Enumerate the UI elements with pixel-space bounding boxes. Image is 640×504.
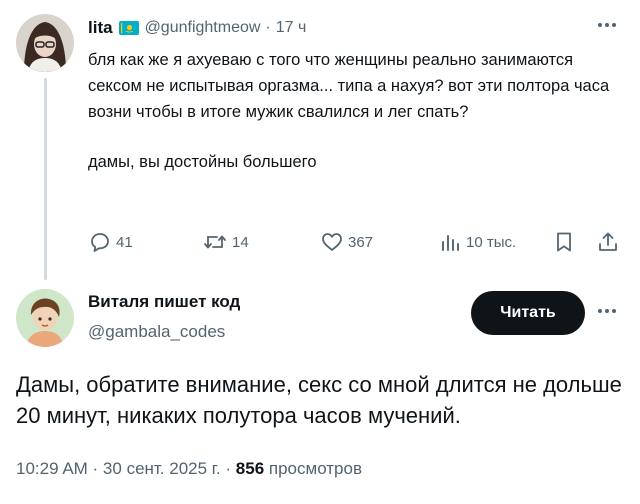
main-tweet-meta: 10:29 AM · 30 сент. 2025 г. · 856 просмо…: [16, 459, 362, 479]
parent-tweet-header: lita @gunfightmeow · 17 ч: [88, 16, 306, 40]
like-count: 367: [348, 233, 374, 251]
parent-tweet-paragraph: бля как же я ахуеваю с того что женщины …: [88, 51, 610, 121]
reply-count: 41: [116, 233, 133, 251]
parent-author-name[interactable]: lita: [88, 18, 113, 38]
read-button[interactable]: Читать: [471, 291, 585, 335]
main-author-avatar[interactable]: [16, 289, 74, 347]
repost-icon: [204, 235, 226, 249]
main-author-name[interactable]: Виталя пишет код: [88, 292, 240, 312]
parent-tweet-text: бля как же я ахуеваю с того что женщины …: [88, 47, 628, 175]
views-count: 10 тыс.: [466, 233, 517, 251]
reply-button[interactable]: 41: [88, 230, 133, 254]
views-icon: [442, 235, 459, 251]
parent-tweet-actions: 41 14 367 10 тыс.: [88, 230, 628, 258]
reply-icon: [91, 233, 109, 252]
repost-button[interactable]: 14: [202, 230, 249, 254]
parent-tweet-paragraph: дамы, вы достойны большего: [88, 153, 317, 171]
like-button[interactable]: 367: [320, 230, 373, 254]
main-more-icon[interactable]: [596, 300, 618, 327]
parent-tweet-time[interactable]: 17 ч: [276, 19, 307, 37]
main-tweet-timestamp[interactable]: 10:29 AM · 30 сент. 2025 г. ·: [16, 459, 231, 478]
parent-author-avatar[interactable]: [16, 14, 74, 72]
bookmark-button[interactable]: [552, 230, 576, 254]
bookmark-icon: [557, 232, 571, 252]
like-icon: [322, 233, 342, 251]
separator-dot: ·: [265, 19, 271, 36]
main-views-count[interactable]: 856: [236, 459, 264, 478]
main-views-label: просмотров: [268, 459, 363, 478]
main-tweet-text: Дамы, обратите внимание, секс со мной дл…: [16, 372, 622, 428]
main-author-handle[interactable]: @gambala_codes: [88, 322, 225, 342]
kazakhstan-flag-icon: [118, 21, 139, 35]
share-button[interactable]: [596, 230, 620, 254]
parent-more-icon[interactable]: [596, 14, 618, 41]
share-icon: [599, 232, 617, 251]
views-button[interactable]: 10 тыс.: [438, 230, 516, 254]
parent-author-handle[interactable]: @gunfightmeow: [145, 19, 261, 37]
repost-count: 14: [232, 233, 249, 251]
thread-connector-line: [44, 78, 47, 280]
